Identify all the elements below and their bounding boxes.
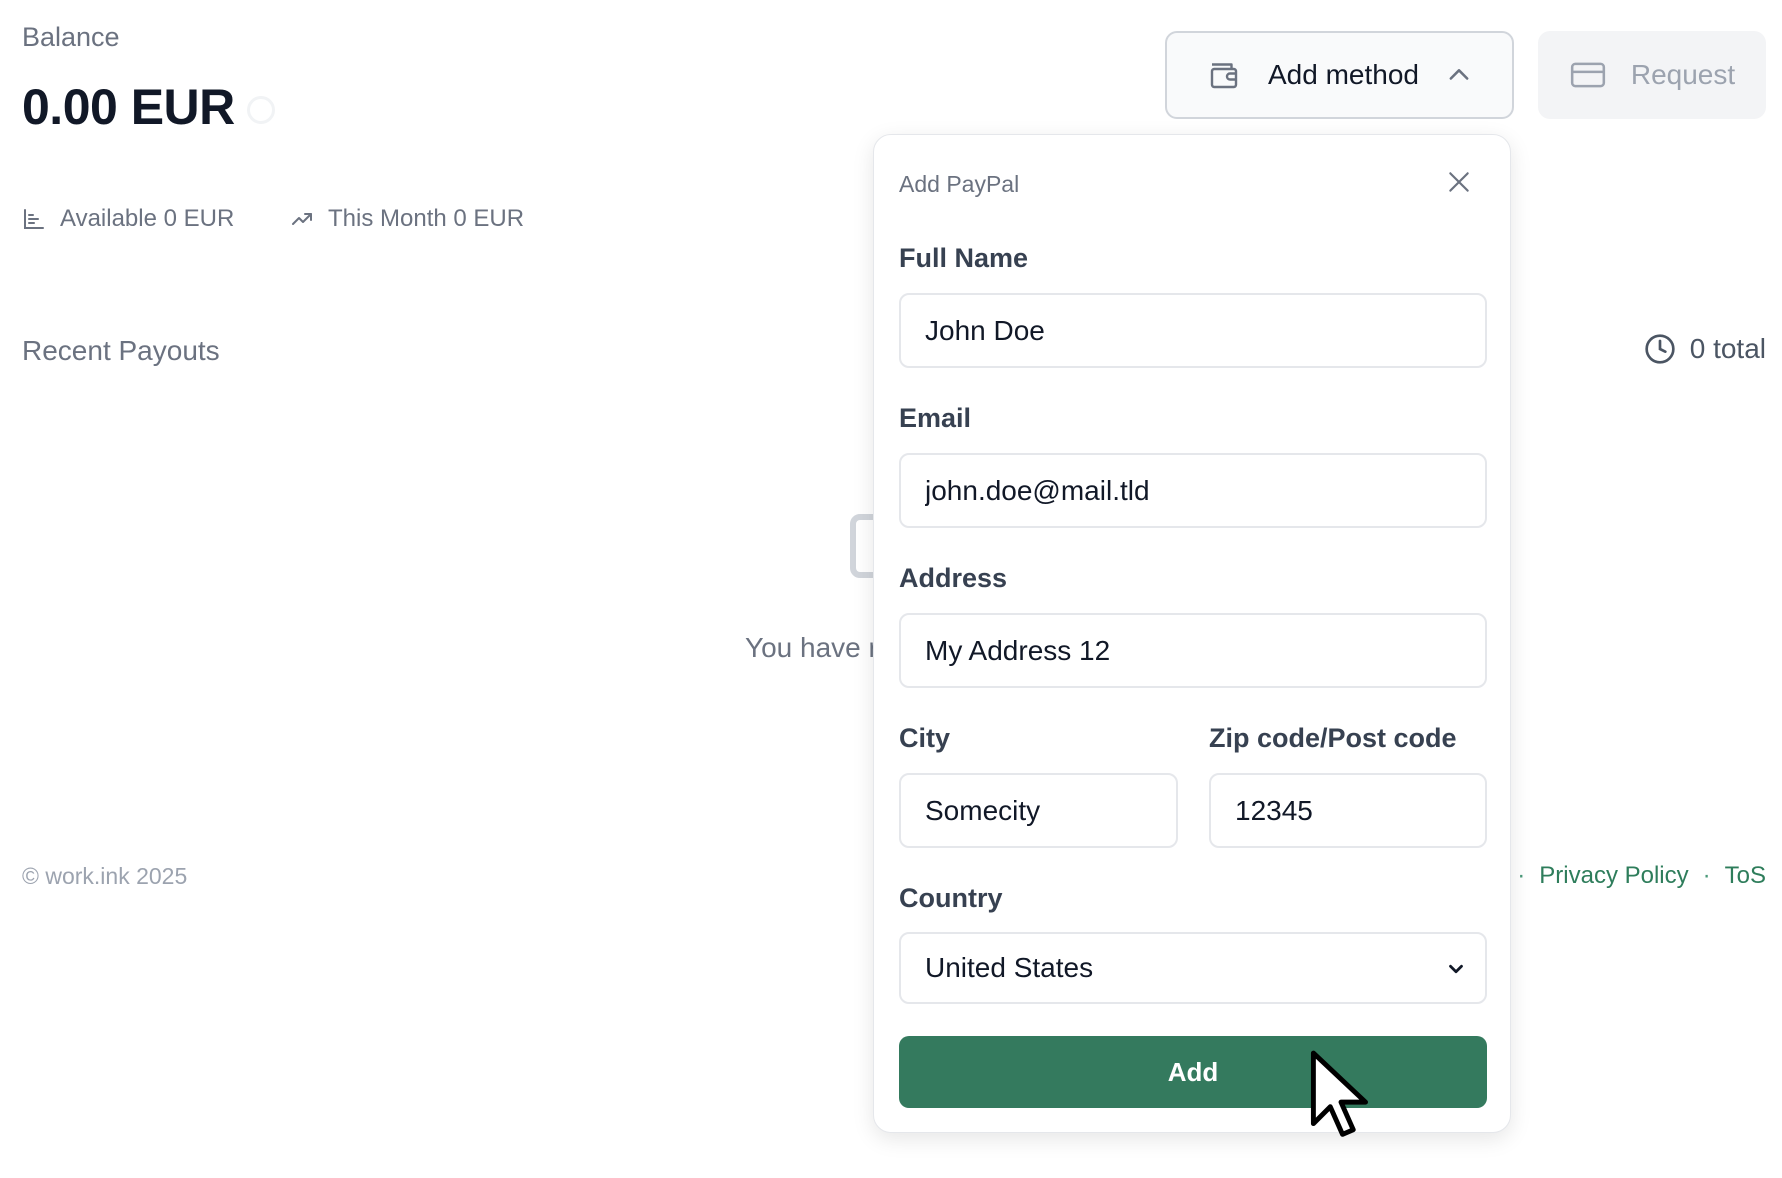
payouts-total-text: 0 total xyxy=(1689,333,1766,364)
footer-separator: · xyxy=(1702,862,1711,889)
popover-title: Add PayPal xyxy=(899,171,1020,197)
cursor-icon xyxy=(1310,1050,1368,1137)
stat-this-month: This Month 0 EUR xyxy=(290,205,524,233)
recent-payouts-title: Recent Payouts xyxy=(22,335,220,366)
trend-up-icon xyxy=(292,213,312,225)
country-select[interactable]: United States xyxy=(899,932,1487,1004)
wallet-icon xyxy=(1210,63,1238,89)
footer-copyright: © work.ink 2025 xyxy=(22,863,188,889)
add-button[interactable]: Add xyxy=(899,1036,1487,1108)
balance-amount: 0.00 EUR xyxy=(22,79,235,135)
stat-available: Available 0 EUR xyxy=(22,205,234,233)
payouts-total: 0 total xyxy=(1644,333,1766,365)
chevron-down-icon xyxy=(1449,964,1463,974)
request-label: Request xyxy=(1630,59,1736,90)
bar-chart-icon xyxy=(24,209,44,229)
close-icon[interactable] xyxy=(1446,169,1472,195)
request-button[interactable]: Request xyxy=(1538,31,1766,119)
address-label: Address xyxy=(899,563,1008,593)
stat-available-text: Available 0 EUR xyxy=(60,205,235,232)
add-paypal-popover: Add PayPal Full Name Email Address City … xyxy=(873,134,1511,1133)
email-label: Email xyxy=(899,403,972,433)
address-field[interactable] xyxy=(899,613,1487,688)
empty-state-text: You have r xyxy=(745,632,878,663)
tos-link[interactable]: ToS xyxy=(1725,862,1766,890)
footer-links: · Privacy Policy · ToS xyxy=(1517,862,1766,890)
country-label: Country xyxy=(899,883,1003,913)
city-label: City xyxy=(899,723,951,753)
zip-field[interactable] xyxy=(1209,773,1487,848)
city-field[interactable] xyxy=(899,773,1178,848)
add-method-label: Add method xyxy=(1268,59,1419,90)
privacy-policy-link[interactable]: Privacy Policy xyxy=(1539,862,1688,890)
payouts-page: Balance 0.00 EUR Available 0 EUR This Mo… xyxy=(0,0,1782,1178)
email-field[interactable] xyxy=(899,453,1487,528)
zip-label: Zip code/Post code xyxy=(1209,723,1457,753)
balance-label: Balance xyxy=(22,22,120,52)
clock-icon xyxy=(1645,334,1675,364)
country-selected-value: United States xyxy=(925,952,1094,983)
footer-separator: · xyxy=(1517,862,1526,889)
chevron-up-icon xyxy=(1449,69,1469,80)
stat-this-month-text: This Month 0 EUR xyxy=(328,205,525,232)
add-method-button[interactable]: Add method xyxy=(1165,31,1514,119)
card-icon xyxy=(1570,62,1605,88)
full-name-field[interactable] xyxy=(899,293,1487,368)
loading-spinner-icon xyxy=(247,96,275,124)
full-name-label: Full Name xyxy=(899,243,1029,273)
